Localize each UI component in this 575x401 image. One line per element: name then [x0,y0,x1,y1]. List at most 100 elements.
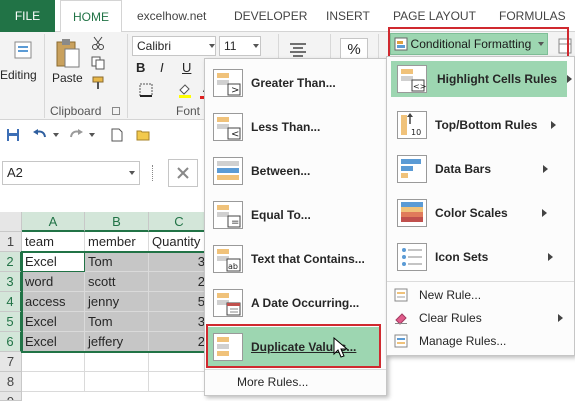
fill-color-icon[interactable] [175,81,195,99]
column-header-b[interactable]: B [85,212,149,232]
eraser-icon [393,310,409,326]
chevron-right-icon [557,314,563,322]
menu-item-label: Equal To... [251,208,311,222]
menu-item-date-occurring[interactable]: A Date Occurring... [205,285,386,321]
cell[interactable] [85,372,149,392]
cell[interactable] [149,372,210,392]
column-header-c[interactable]: C [149,212,210,232]
italic-button[interactable]: I [160,60,164,75]
chevron-down-icon[interactable] [128,169,136,177]
svg-text:ab: ab [228,262,238,271]
paste-button[interactable]: Paste [52,71,83,85]
conditional-formatting-menu: <> Highlight Cells Rules 10 Top/Bottom R… [386,56,575,356]
tab-file[interactable]: FILE [0,0,55,32]
open-file-icon[interactable] [134,126,152,144]
worksheet-grid[interactable]: A B C 1 2 3 4 5 6 7 8 9 team member Quan… [0,212,211,401]
row-header[interactable]: 9 [0,392,22,401]
svg-text:<>: <> [413,82,426,91]
new-file-icon[interactable] [108,126,126,144]
column-header-a[interactable]: A [22,212,85,232]
cell[interactable]: team [22,232,85,252]
menu-item-clear-rules[interactable]: Clear Rules [387,308,574,328]
cell[interactable]: member [85,232,149,252]
menu-item-label: Less Than... [251,120,321,134]
date-occurring-icon [213,289,243,317]
menu-item-label: Icon Sets [435,250,489,264]
tab-developer[interactable]: DEVELOPER [234,0,307,32]
chevron-down-icon[interactable] [252,42,260,50]
menu-item-label: Manage Rules... [419,334,507,348]
svg-text:>: > [231,85,239,96]
copy-icon[interactable] [88,54,108,72]
row-header[interactable]: 3 [0,272,22,292]
menu-item-greater-than[interactable]: > Greater Than... [205,65,386,101]
row-header[interactable]: 2 [0,252,22,272]
group-separator [127,34,128,118]
svg-text:<: < [231,129,239,140]
menu-item-text-contains[interactable]: ab Text that Contains... [205,241,386,277]
row-header[interactable]: 1 [0,232,22,252]
menu-item-highlight-cells-rules[interactable]: <> Highlight Cells Rules [391,61,573,97]
menu-item-label: Data Bars [435,162,492,176]
chevron-right-icon [548,253,554,261]
new-rule-icon [393,287,409,303]
active-cell-border [22,252,85,272]
chevron-down-icon[interactable] [88,131,96,139]
chevron-down-icon[interactable] [52,131,60,139]
undo-icon[interactable] [30,126,50,144]
paste-icon[interactable] [52,36,84,70]
menu-item-label: A Date Occurring... [251,296,360,310]
cell[interactable] [149,352,210,372]
top-bottom-icon: 10 [397,111,427,139]
more-rules-item[interactable]: More Rules... [237,375,308,389]
menu-item-label: Color Scales [435,206,508,220]
manage-rules-icon [393,333,409,349]
format-painter-icon[interactable] [88,74,108,92]
save-icon[interactable] [4,126,22,144]
menu-item-label: New Rule... [419,288,482,302]
cut-icon[interactable] [88,34,108,52]
font-name-combo[interactable]: Calibri [132,36,216,56]
select-all-corner[interactable] [0,212,22,232]
cell[interactable] [85,352,149,372]
font-group-label: Font [176,104,201,118]
row-header[interactable]: 6 [0,332,22,352]
bold-button[interactable]: B [136,60,145,75]
row-header[interactable]: 5 [0,312,22,332]
menu-item-between[interactable]: Between... [205,153,386,189]
row-header[interactable]: 4 [0,292,22,312]
editing-button[interactable]: Editing [0,68,40,82]
cell[interactable] [22,372,85,392]
menu-item-label: Greater Than... [251,76,336,90]
chevron-right-icon [543,165,549,173]
borders-icon[interactable] [136,81,156,99]
menu-item-label: Top/Bottom Rules [435,118,538,132]
cell[interactable]: Quantity [149,232,210,252]
chevron-right-icon [541,209,547,217]
row-header[interactable]: 7 [0,352,22,372]
menu-item-icon-sets[interactable]: Icon Sets [387,239,574,275]
chevron-right-icon [567,75,573,83]
tab-insert[interactable]: INSERT [326,0,370,32]
menu-item-color-scales[interactable]: Color Scales [387,195,574,231]
menu-divider [387,281,574,282]
color-scales-icon [397,199,427,227]
chevron-down-icon[interactable] [208,42,216,50]
name-box[interactable]: A2 [2,161,140,185]
underline-button[interactable]: U [182,60,191,75]
menu-item-top-bottom-rules[interactable]: 10 Top/Bottom Rules [387,107,574,143]
tab-home[interactable]: HOME [60,0,122,33]
tab-excelhow[interactable]: excelhow.net [137,0,206,32]
menu-item-data-bars[interactable]: Data Bars [387,151,574,187]
menu-item-manage-rules[interactable]: Manage Rules... [387,331,574,351]
menu-item-equal-to[interactable]: = Equal To... [205,197,386,233]
redo-icon[interactable] [66,126,86,144]
menu-item-new-rule[interactable]: New Rule... [387,285,574,305]
menu-item-less-than[interactable]: < Less Than... [205,109,386,145]
font-name-value: Calibri [137,39,172,53]
row-header[interactable]: 8 [0,372,22,392]
editing-icon[interactable] [8,36,38,64]
clipboard-launcher-icon[interactable] [112,107,120,115]
cell[interactable] [22,352,85,372]
cancel-entry-icon[interactable] [168,159,198,187]
